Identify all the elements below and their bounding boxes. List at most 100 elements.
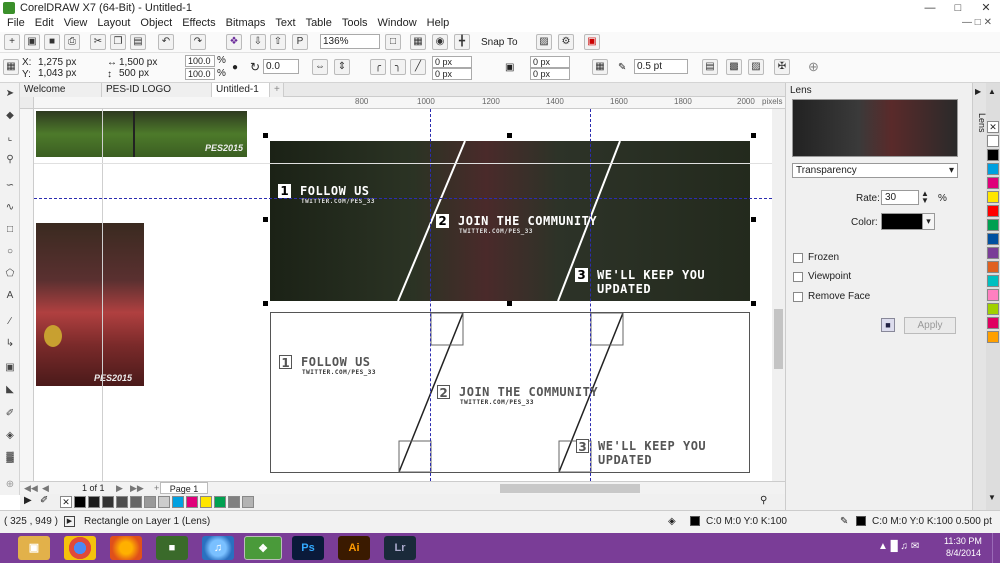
print-icon[interactable]: ⎙ xyxy=(64,34,80,50)
selection-handle[interactable] xyxy=(263,133,268,138)
remove-face-checkbox[interactable] xyxy=(793,292,803,302)
color-swatch[interactable] xyxy=(987,177,999,189)
show-grid-icon[interactable]: ◉ xyxy=(432,34,448,50)
interactive-fill-tool-icon[interactable]: ◈ xyxy=(3,429,17,443)
undo-icon[interactable]: ↶ xyxy=(158,34,174,50)
round-corner-icon[interactable]: ╭ xyxy=(370,59,386,75)
maximize-icon[interactable]: □ xyxy=(944,0,972,16)
import-icon[interactable]: ⇩ xyxy=(250,34,266,50)
corner-radius-bottom-left[interactable]: 0 px xyxy=(432,68,472,80)
corner-radius-top-left[interactable]: 0 px xyxy=(432,56,472,68)
fill-swatch[interactable] xyxy=(690,516,700,526)
show-desktop-button[interactable] xyxy=(992,533,1000,563)
banner-outline-artwork[interactable]: 1 FOLLOW US TWITTER.COM/PES_33 2 JOIN TH… xyxy=(270,312,750,473)
prev-page-icon[interactable]: ◀ xyxy=(42,482,49,494)
outline-swatch[interactable] xyxy=(856,516,866,526)
lens-side-tab[interactable]: Lens xyxy=(973,113,987,133)
show-guidelines-icon[interactable]: ╋ xyxy=(454,34,470,50)
paste-icon[interactable]: ▤ xyxy=(130,34,146,50)
menu-layout[interactable]: Layout xyxy=(92,16,135,31)
collapse-docker-icon[interactable]: ▶ xyxy=(975,87,981,96)
color-swatch[interactable] xyxy=(172,496,184,508)
export-icon[interactable]: ⇧ xyxy=(270,34,286,50)
color-swatch[interactable] xyxy=(102,496,114,508)
add-page-icon[interactable]: + xyxy=(154,482,159,494)
rate-spinner[interactable]: ▲ ▼ xyxy=(920,190,930,205)
scale-y-field[interactable]: 100.0 xyxy=(185,68,215,80)
minimize-icon[interactable]: — xyxy=(916,0,944,16)
no-fill-swatch[interactable]: ✕ xyxy=(60,496,72,508)
palette-scroll-down-icon[interactable]: ▼ xyxy=(988,493,996,502)
next-page-icon[interactable]: ▶ xyxy=(116,482,123,494)
menu-file[interactable]: File xyxy=(0,16,30,31)
rate-field[interactable]: 30 xyxy=(881,190,919,205)
vertical-scroll-thumb[interactable] xyxy=(774,309,783,369)
stadium-photo-thumbnail[interactable]: PES2015 xyxy=(36,223,144,386)
connector-tool-icon[interactable]: ↳ xyxy=(3,337,17,351)
itunes-icon[interactable]: ♫ xyxy=(202,536,234,560)
palette-menu-icon[interactable]: ▶ xyxy=(24,495,32,506)
file-explorer-icon[interactable]: ▣ xyxy=(18,536,50,560)
tab-welcome-screen[interactable]: Welcome Screen xyxy=(20,83,102,108)
menu-window[interactable]: Window xyxy=(373,16,422,31)
snap-to-button[interactable]: Snap To xyxy=(481,37,518,49)
shape-tool-icon[interactable]: ◆ xyxy=(3,109,17,123)
crop-tool-icon[interactable]: ⌞ xyxy=(3,131,17,145)
y-position-field[interactable]: 1,043 px xyxy=(36,67,94,82)
vertical-scrollbar[interactable] xyxy=(772,109,785,481)
zoom-level-field[interactable]: 136% xyxy=(320,34,380,49)
document-window-controls[interactable]: — □ ✕ xyxy=(962,17,992,28)
full-screen-preview-icon[interactable]: □ xyxy=(385,34,401,50)
rectangle-tool-icon[interactable]: □ xyxy=(3,223,17,237)
freehand-tool-icon[interactable]: ∽ xyxy=(3,179,17,193)
scale-x-field[interactable]: 100.0 xyxy=(185,55,215,67)
options-icon[interactable]: ⚙ xyxy=(558,34,574,50)
menu-bitmaps[interactable]: Bitmaps xyxy=(221,16,271,31)
selection-handle[interactable] xyxy=(751,217,756,222)
color-swatch[interactable] xyxy=(987,191,999,203)
color-swatch[interactable] xyxy=(987,247,999,259)
menu-view[interactable]: View xyxy=(59,16,93,31)
selection-handle[interactable] xyxy=(751,301,756,306)
color-swatch[interactable] xyxy=(987,149,999,161)
color-swatch[interactable] xyxy=(987,261,999,273)
horizontal-scroll-thumb[interactable] xyxy=(500,484,640,493)
palette-scroll-up-icon[interactable]: ▲ xyxy=(988,87,996,96)
text-tool-icon[interactable]: A xyxy=(3,289,17,303)
color-swatch[interactable] xyxy=(116,496,128,508)
polygon-tool-icon[interactable]: ⬠ xyxy=(3,267,17,281)
ellipse-tool-icon[interactable]: ○ xyxy=(3,245,17,259)
no-color-swatch[interactable]: ✕ xyxy=(987,121,999,133)
coreldraw-icon[interactable]: ❖ xyxy=(244,536,282,560)
corner-radius-top-right[interactable]: 0 px xyxy=(530,56,570,68)
ruler-origin[interactable] xyxy=(20,97,34,109)
color-swatch[interactable] xyxy=(987,303,999,315)
zoom-tool-icon[interactable]: ⚲ xyxy=(3,153,17,167)
to-back-icon[interactable]: ▨ xyxy=(748,59,764,75)
chevron-down-icon[interactable]: ▾ xyxy=(922,213,935,230)
vertical-guideline[interactable] xyxy=(430,109,431,481)
system-tray-icons[interactable]: ▲ █ ♫ ✉ xyxy=(878,541,919,552)
convert-to-curves-icon[interactable]: ✠ xyxy=(774,59,790,75)
cut-icon[interactable]: ✂ xyxy=(90,34,106,50)
tab-pes-id-logo[interactable]: PES-ID LOGO FINAL.cdr xyxy=(102,83,212,108)
menu-help[interactable]: Help xyxy=(422,16,455,31)
menu-table[interactable]: Table xyxy=(301,16,337,31)
color-swatch[interactable] xyxy=(987,289,999,301)
add-tool-icon[interactable]: ⊕ xyxy=(3,478,17,492)
new-document-icon[interactable]: + xyxy=(4,34,20,50)
show-rulers-icon[interactable]: ▦ xyxy=(410,34,426,50)
drop-shadow-tool-icon[interactable]: ▣ xyxy=(3,361,17,375)
menu-object[interactable]: Object xyxy=(135,16,177,31)
page-tab[interactable]: Page 1 xyxy=(160,482,208,494)
height-field[interactable]: 500 px xyxy=(117,67,177,82)
copy-icon[interactable]: ❐ xyxy=(110,34,126,50)
artistic-media-tool-icon[interactable]: ∿ xyxy=(3,201,17,215)
color-swatch[interactable] xyxy=(987,163,999,175)
color-swatch[interactable] xyxy=(987,205,999,217)
vertical-guideline[interactable] xyxy=(590,109,591,481)
lens-type-dropdown[interactable]: Transparency ▾ xyxy=(792,163,958,178)
drawing-canvas[interactable]: PES2015 PES2015 1 FOLLOW US TWITTER.COM/… xyxy=(34,109,772,481)
frozen-checkbox[interactable] xyxy=(793,253,803,263)
save-icon[interactable]: ■ xyxy=(44,34,60,50)
